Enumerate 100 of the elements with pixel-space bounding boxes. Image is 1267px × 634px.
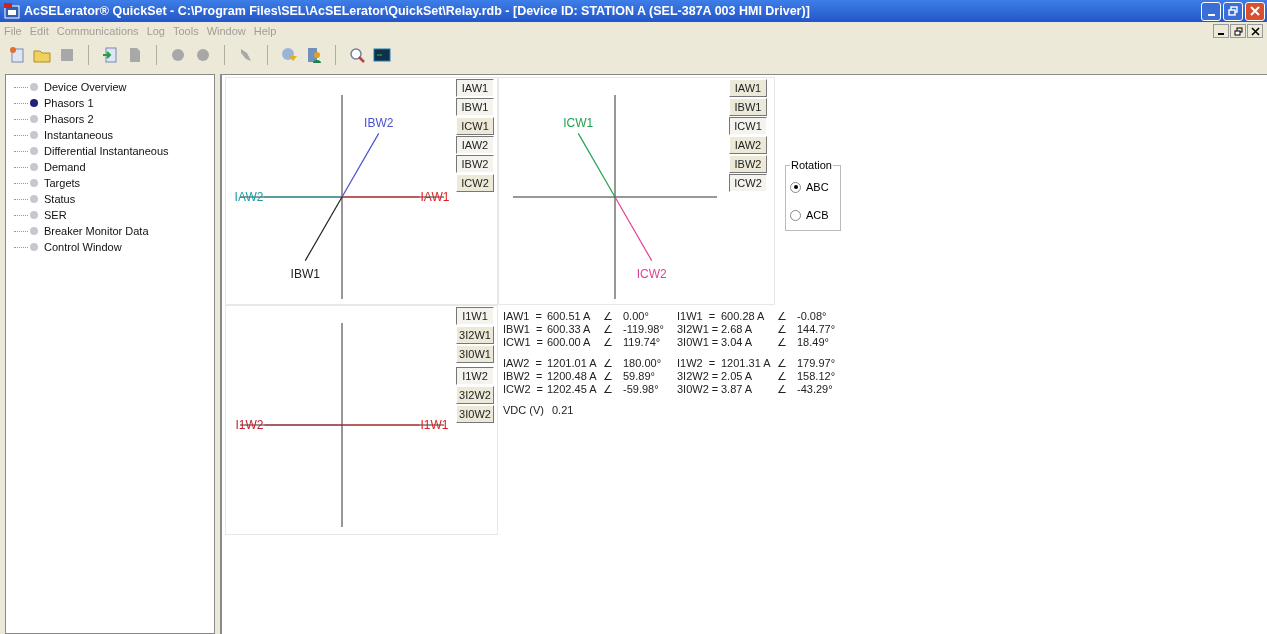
window-title: AcSELerator® QuickSet - C:\Program Files\SEL\AcSELerator\QuickSet\Relay.rdb - [Device ID: STATION A (SEL-387A 003 HMI Driver)] bbox=[24, 4, 811, 18]
tree-item[interactable]: Control Window bbox=[44, 241, 122, 253]
tree-item[interactable]: Breaker Monitor Data bbox=[44, 225, 149, 237]
angle-sign: ∠ bbox=[777, 383, 788, 396]
quantity-label: 3I2W2 = bbox=[677, 370, 720, 383]
magnitude-value: 600.51 A bbox=[547, 310, 592, 323]
phasor-label: IBW2 bbox=[364, 116, 394, 131]
import-icon[interactable] bbox=[101, 46, 119, 64]
angle-value: 144.77° bbox=[797, 323, 837, 336]
phasor-toggle-button[interactable]: 3I0W1 bbox=[456, 345, 494, 363]
quantity-label: IBW1 = bbox=[503, 323, 544, 336]
phasor-toggle-button[interactable]: IBW2 bbox=[729, 155, 767, 173]
angle-sign: ∠ bbox=[603, 336, 614, 349]
phasor-toggle-button[interactable]: ICW1 bbox=[729, 117, 767, 135]
angle-value: -119.98° bbox=[623, 323, 665, 336]
angle-sign: ∠ bbox=[777, 336, 788, 349]
tree-item[interactable]: Phasors 2 bbox=[44, 113, 94, 125]
phasor-label: IAW2 bbox=[234, 190, 264, 204]
angle-value: -59.98° bbox=[623, 383, 660, 396]
restore-button[interactable] bbox=[1230, 24, 1246, 38]
phasor-toggle-button[interactable]: IAW1 bbox=[729, 79, 767, 97]
magnitude-value: 1202.45 A bbox=[547, 383, 598, 396]
close-icon bbox=[1250, 6, 1260, 16]
radio-button[interactable] bbox=[790, 181, 801, 193]
phasor-toggle-button[interactable]: 3I2W1 bbox=[456, 326, 494, 344]
angle-sign: ∠ bbox=[603, 370, 614, 383]
magnitude-value: 600.28 A bbox=[721, 310, 766, 323]
restore-icon bbox=[1228, 6, 1238, 16]
phasor-label: I1W1 bbox=[420, 418, 449, 432]
phasor-toggle-button[interactable]: I1W1 bbox=[456, 307, 494, 325]
tree-item[interactable]: Device Overview bbox=[44, 81, 127, 93]
tree-item[interactable]: SER bbox=[44, 209, 67, 221]
angle-value: 179.97° bbox=[797, 357, 837, 370]
magnitude-value: 2.05 A bbox=[721, 370, 754, 383]
tree-item[interactable]: Targets bbox=[44, 177, 81, 189]
angle-sign: ∠ bbox=[777, 370, 788, 383]
phasor-toggle-button[interactable]: IBW1 bbox=[729, 98, 767, 116]
restore-icon bbox=[1233, 26, 1243, 36]
phasor-toggle-button[interactable]: I1W2 bbox=[456, 367, 494, 385]
vdc-label: VDC (V) bbox=[503, 404, 544, 416]
quantity-label: 3I2W1 = bbox=[677, 323, 720, 336]
minimize-button[interactable] bbox=[1213, 24, 1229, 38]
radio-label[interactable]: ACB bbox=[806, 209, 829, 221]
angle-value: 158.12° bbox=[797, 370, 837, 383]
magnitude-value: 600.33 A bbox=[547, 323, 592, 336]
phasor-label: I1W2 bbox=[235, 418, 264, 432]
phasor-toggle-button[interactable]: ICW2 bbox=[729, 174, 767, 192]
close-button[interactable] bbox=[1247, 24, 1263, 38]
phasor-line bbox=[614, 196, 653, 262]
tree-item[interactable]: Differential Instantaneous bbox=[44, 145, 169, 157]
magnitude-value: 600.00 A bbox=[547, 336, 592, 349]
group-title: Rotation bbox=[790, 159, 833, 171]
angle-sign: ∠ bbox=[603, 323, 614, 336]
app-icon bbox=[4, 3, 20, 19]
phasor-toggle-button[interactable]: IAW2 bbox=[456, 136, 494, 154]
phasor-label: IAW1 bbox=[420, 190, 450, 204]
phasor-toggle-button[interactable]: 3I2W2 bbox=[456, 386, 494, 404]
magnitude-value: 1201.01 A bbox=[547, 357, 598, 370]
new-document-icon[interactable] bbox=[8, 46, 26, 64]
phasor-line bbox=[577, 132, 616, 198]
angle-sign: ∠ bbox=[777, 357, 788, 370]
radio-button[interactable] bbox=[790, 209, 801, 221]
phasor-label: ICW1 bbox=[563, 116, 594, 131]
quantity-label: I1W1 = bbox=[677, 310, 717, 323]
tree-item[interactable]: Instantaneous bbox=[44, 129, 114, 141]
phasor-toggle-button[interactable]: ICW1 bbox=[456, 117, 494, 135]
magnitude-value: 1200.48 A bbox=[547, 370, 598, 383]
magnitude-value: 3.87 A bbox=[721, 383, 754, 396]
tree-item[interactable]: Status bbox=[44, 193, 76, 205]
quantity-label: 3I0W2 = bbox=[677, 383, 720, 396]
tree-item[interactable]: Phasors 1 bbox=[44, 97, 94, 109]
minimize-icon bbox=[1207, 14, 1215, 16]
terminal-icon[interactable] bbox=[373, 46, 391, 64]
phasor-label: ICW2 bbox=[636, 266, 667, 281]
phasor-toggle-button[interactable]: IAW1 bbox=[456, 79, 494, 97]
user-icon[interactable] bbox=[305, 46, 323, 64]
phasor-toggle-button[interactable]: ICW2 bbox=[456, 174, 494, 192]
quantity-label: 3I0W1 = bbox=[677, 336, 720, 349]
angle-value: 180.00° bbox=[623, 357, 663, 370]
angle-sign: ∠ bbox=[603, 310, 614, 323]
phasor-label: IBW1 bbox=[290, 266, 320, 281]
magnitude-value: 1201.31 A bbox=[721, 357, 772, 370]
angle-value: 119.74° bbox=[623, 336, 662, 349]
angle-sign: ∠ bbox=[603, 357, 614, 370]
radio-label[interactable]: ABC bbox=[806, 181, 829, 193]
tree-item[interactable]: Demand bbox=[44, 161, 86, 173]
quantity-label: IAW2 = bbox=[503, 357, 544, 370]
phasor-toggle-button[interactable]: IBW2 bbox=[456, 155, 494, 173]
angle-value: 0.00° bbox=[623, 310, 650, 323]
minimize-icon bbox=[1218, 33, 1224, 35]
quantity-label: IAW1 = bbox=[503, 310, 544, 323]
angle-value: -43.29° bbox=[797, 383, 834, 396]
phasor-toggle-button[interactable]: IAW2 bbox=[729, 136, 767, 154]
angle-sign: ∠ bbox=[603, 383, 614, 396]
quantity-label: IBW2 = bbox=[503, 370, 544, 383]
magnifier-icon[interactable] bbox=[348, 46, 366, 64]
angle-value: 18.49° bbox=[797, 336, 830, 349]
phasor-toggle-button[interactable]: 3I0W2 bbox=[456, 405, 494, 423]
close-icon bbox=[1250, 26, 1260, 36]
phasor-toggle-button[interactable]: IBW1 bbox=[456, 98, 494, 116]
